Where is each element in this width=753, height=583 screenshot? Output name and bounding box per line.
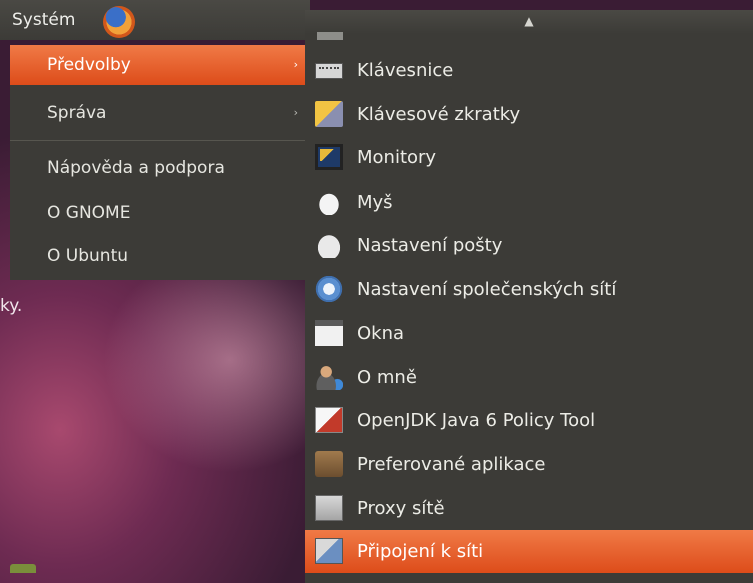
menu-item-label: Předvolby	[47, 55, 131, 75]
submenu-item-label: Myš	[357, 192, 393, 213]
windows-icon	[315, 320, 343, 346]
submenu-item-mys[interactable]: Myš	[305, 181, 753, 224]
submenu-item-label: Připojení k síti	[357, 541, 484, 562]
system-menu: Předvolby › Správa › Nápověda a podpora …	[10, 45, 310, 280]
network-connections-icon	[315, 538, 343, 564]
submenu-arrow-icon: ›	[293, 106, 298, 119]
keyboard-icon	[315, 63, 343, 79]
system-menu-button[interactable]: Systém	[12, 10, 75, 30]
menu-item-predvolby[interactable]: Předvolby ›	[10, 45, 310, 85]
submenu-item-nastaveni-posty[interactable]: Nastavení pošty	[305, 224, 753, 267]
mail-icon	[315, 232, 343, 258]
submenu-item-label: Preferované aplikace	[357, 454, 546, 475]
preferences-submenu: ▲ Klávesnice Klávesové zkratky Monitory …	[305, 10, 753, 583]
submenu-item-klavesnice[interactable]: Klávesnice	[305, 49, 753, 92]
partial-item-icon	[10, 564, 36, 573]
submenu-item-label: Klávesnice	[357, 60, 454, 81]
menu-item-label: O Ubuntu	[47, 246, 129, 266]
submenu-item-label: Klávesové zkratky	[357, 104, 521, 125]
top-panel: Systém	[0, 0, 310, 40]
menu-item-napoveda[interactable]: Nápověda a podpora	[10, 148, 310, 188]
submenu-item-klavesove-zkratky[interactable]: Klávesové zkratky	[305, 93, 753, 136]
menu-item-o-ubuntu[interactable]: O Ubuntu	[10, 236, 310, 276]
monitor-icon	[315, 144, 343, 170]
desktop-text: ky.	[0, 296, 23, 316]
proxy-icon	[315, 495, 343, 521]
menu-item-label: Nápověda a podpora	[47, 158, 225, 178]
partial-menu-item	[305, 32, 753, 44]
submenu-item-label: Nastavení společenských sítí	[357, 279, 617, 300]
submenu-item-label: Monitory	[357, 147, 437, 168]
submenu-item-o-mne[interactable]: O mně	[305, 356, 753, 399]
firefox-icon[interactable]	[103, 6, 135, 38]
submenu-item-monitory[interactable]: Monitory	[305, 136, 753, 179]
menu-item-sprava[interactable]: Správa ›	[10, 93, 310, 133]
submenu-item-label: Nastavení pošty	[357, 235, 503, 256]
submenu-item-okna[interactable]: Okna	[305, 312, 753, 355]
menu-item-label: Správa	[47, 103, 107, 123]
submenu-item-proxy-site[interactable]: Proxy sítě	[305, 487, 753, 530]
java-policy-icon	[315, 407, 343, 433]
menu-item-o-gnome[interactable]: O GNOME	[10, 193, 310, 233]
submenu-item-socialni-site[interactable]: Nastavení společenských sítí	[305, 268, 753, 311]
about-me-icon	[315, 364, 343, 390]
preferred-apps-icon	[315, 451, 343, 477]
keyboard-shortcuts-icon	[315, 101, 343, 127]
submenu-item-label: OpenJDK Java 6 Policy Tool	[357, 410, 596, 431]
submenu-item-preferovane-aplikace[interactable]: Preferované aplikace	[305, 443, 753, 486]
submenu-item-openjdk-policy[interactable]: OpenJDK Java 6 Policy Tool	[305, 399, 753, 442]
menu-separator	[10, 140, 310, 141]
partial-item-icon	[317, 32, 343, 40]
submenu-item-label: O mně	[357, 367, 417, 388]
submenu-arrow-icon: ›	[293, 58, 298, 71]
submenu-item-label: Okna	[357, 323, 405, 344]
social-network-icon	[315, 276, 343, 302]
submenu-item-label: Proxy sítě	[357, 498, 445, 519]
mouse-icon	[315, 189, 343, 215]
scroll-up-arrow-icon[interactable]: ▲	[305, 10, 753, 34]
menu-item-label: O GNOME	[47, 203, 131, 223]
submenu-item-pripojeni-k-siti[interactable]: Připojení k síti	[305, 530, 753, 573]
